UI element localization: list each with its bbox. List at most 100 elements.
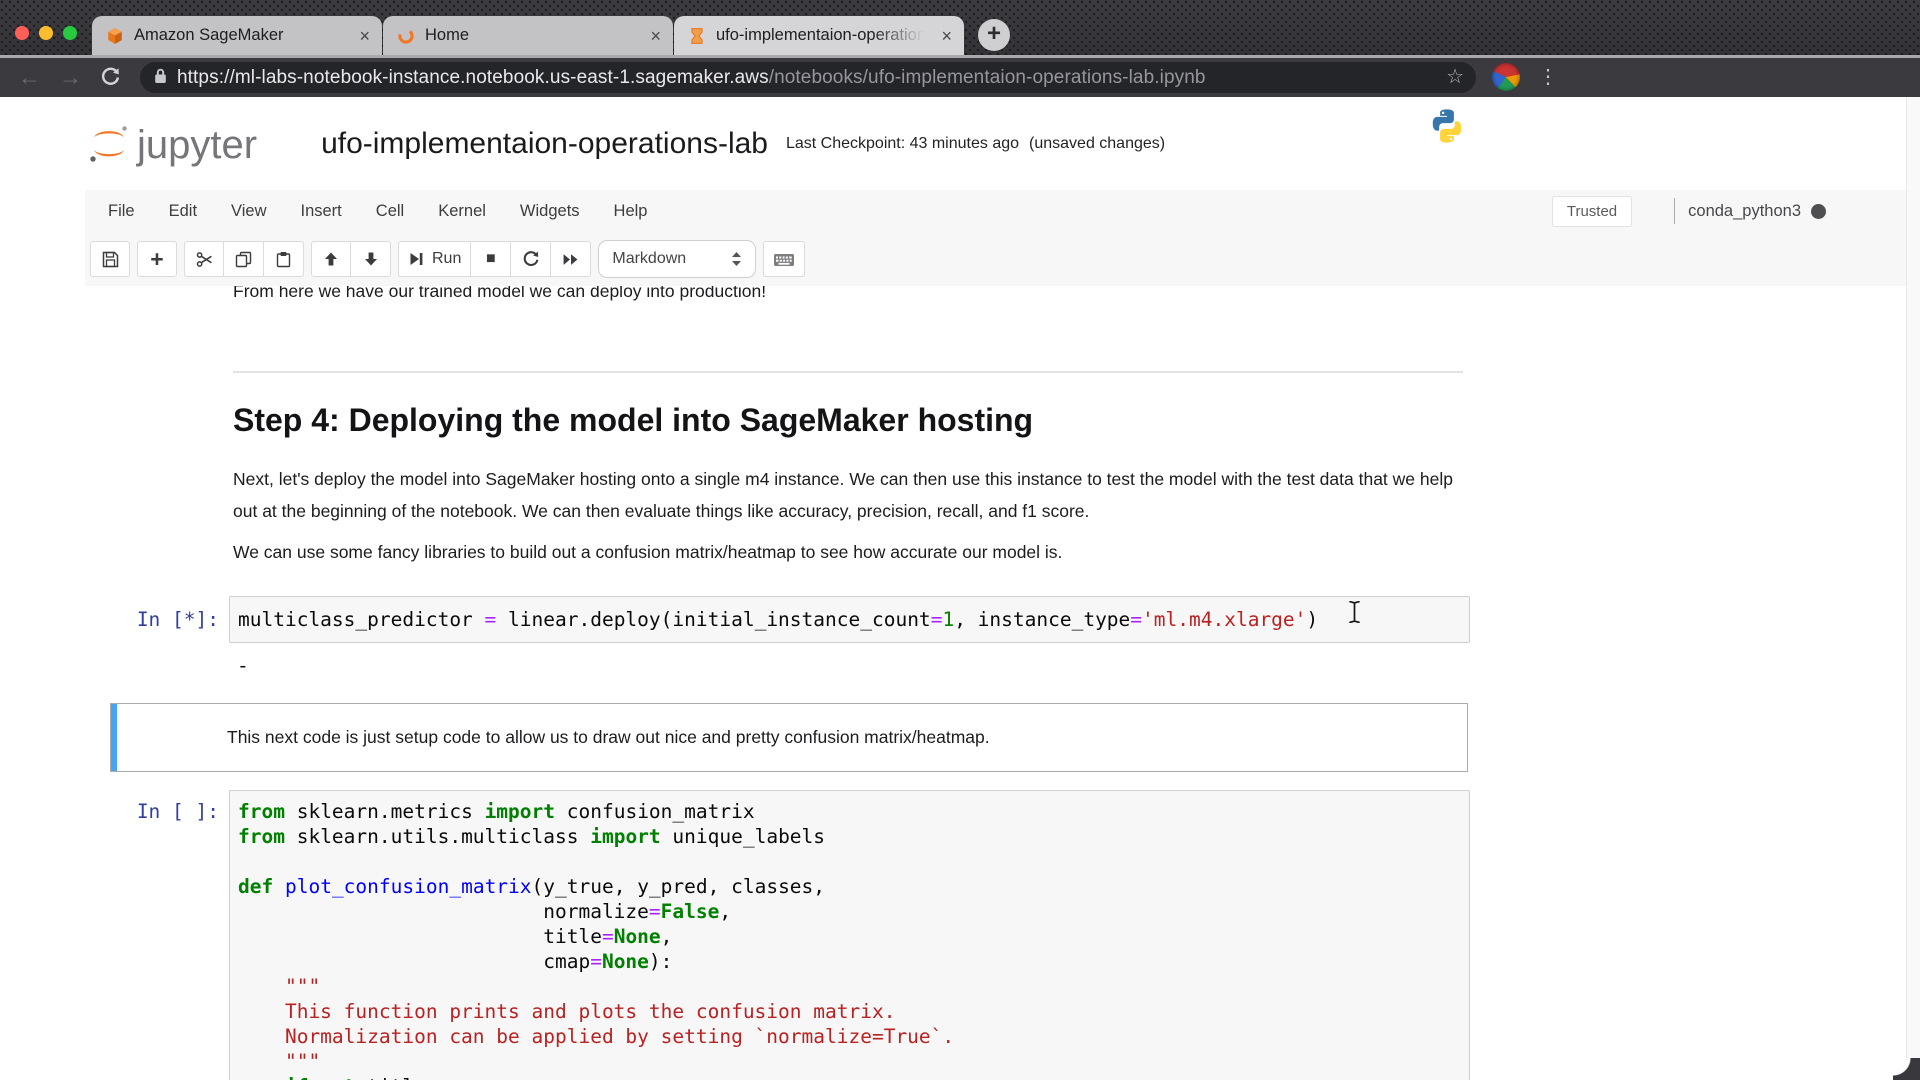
arrow-down-icon (363, 251, 379, 267)
fast-forward-icon (562, 251, 579, 268)
run-label: Run (432, 250, 461, 268)
save-button[interactable] (90, 241, 130, 277)
input-prompt: In [ ]: (110, 790, 229, 824)
markdown-paragraph: We can use some fancy libraries to build… (233, 542, 1062, 563)
screen: Amazon SageMaker × Home × ufo-implementa… (0, 0, 1920, 1080)
tab-ufo-notebook[interactable]: ufo-implementaion-operations × (674, 16, 964, 55)
markdown-clipped-line: From here we have our trained model we c… (233, 286, 766, 303)
close-tab-icon[interactable]: × (941, 27, 952, 45)
interrupt-kernel-button[interactable]: ■ (471, 241, 511, 277)
jupyter-logo-text: jupyter (137, 126, 257, 164)
code-line: def plot_confusion_matrix(y_true, y_pred… (238, 874, 1461, 899)
save-icon (102, 251, 119, 268)
close-window-button[interactable] (15, 26, 29, 40)
menu-view[interactable]: View (214, 202, 283, 221)
menu-cell[interactable]: Cell (359, 202, 421, 221)
checkpoint-status: Last Checkpoint: 43 minutes ago (786, 135, 1019, 153)
address-bar[interactable]: https://ml-labs-notebook-instance.notebo… (140, 62, 1476, 93)
jupyter-logo-icon (86, 124, 132, 164)
move-cell-up-button[interactable] (311, 241, 351, 277)
menu-file[interactable]: File (91, 202, 152, 221)
arrow-up-icon (323, 251, 339, 267)
browser-menu-icon[interactable]: ⋮ (1538, 58, 1558, 97)
reload-icon[interactable] (100, 67, 121, 93)
menu-widgets[interactable]: Widgets (503, 202, 597, 221)
browser-tab-strip: Amazon SageMaker × Home × ufo-implementa… (0, 0, 1920, 55)
scrollbar[interactable] (1906, 97, 1920, 1080)
run-cell-button[interactable]: Run (398, 241, 471, 277)
notebook-scroll-area[interactable]: From here we have our trained model we c… (0, 286, 1906, 1080)
tab-bar: Amazon SageMaker × Home × ufo-implementa… (92, 16, 1010, 55)
code-cell-deploy: In [*]: multiclass_predictor = linear.de… (110, 596, 1470, 643)
cell-type-select[interactable]: Markdown (598, 240, 756, 278)
tab-amazon-sagemaker[interactable]: Amazon SageMaker × (92, 16, 382, 55)
unsaved-status: (unsaved changes) (1029, 135, 1165, 153)
stop-icon: ■ (486, 250, 496, 268)
profile-avatar[interactable] (1492, 63, 1520, 91)
paste-icon (275, 251, 292, 268)
menu-edit[interactable]: Edit (152, 202, 214, 221)
selected-markdown-cell[interactable]: This next code is just setup code to all… (110, 703, 1468, 772)
copy-cell-button[interactable] (224, 241, 264, 277)
back-icon[interactable]: ← (18, 58, 41, 97)
restart-run-all-button[interactable] (551, 241, 591, 277)
jupyter-chrome: File Edit View Insert Cell Kernel Widget… (85, 190, 1906, 287)
sagemaker-cube-icon (106, 27, 124, 45)
desktop-corner (1893, 1058, 1920, 1080)
url-domain: https://ml-labs-notebook-instance.notebo… (177, 67, 769, 88)
code-input-area[interactable]: from sklearn.metrics import confusion_ma… (229, 790, 1470, 1080)
mouse-cursor-ibeam (1348, 600, 1361, 629)
zoom-window-button[interactable] (63, 26, 77, 40)
markdown-paragraph: Next, let's deploy the model into SageMa… (233, 464, 1469, 527)
cut-cell-button[interactable] (184, 241, 224, 277)
bookmark-star-icon[interactable]: ☆ (1446, 62, 1464, 93)
menu-insert[interactable]: Insert (284, 202, 359, 221)
code-line: cmap=None): (238, 949, 1461, 974)
code-line: from sklearn.metrics import confusion_ma… (238, 799, 1461, 824)
notebook-title[interactable]: ufo-implementaion-operations-lab (321, 127, 768, 161)
close-tab-icon[interactable]: × (359, 27, 370, 45)
code-line: """ (238, 1049, 1461, 1074)
trusted-button[interactable]: Trusted (1552, 196, 1632, 227)
restart-icon (522, 250, 540, 268)
minimize-window-button[interactable] (39, 26, 53, 40)
browser-toolbar: ← → https://ml-labs-notebook-instance.no… (0, 58, 1920, 97)
paste-cell-button[interactable] (264, 241, 304, 277)
url-path: /notebooks/ufo-implementaion-operations-… (769, 67, 1206, 88)
divider (1674, 198, 1675, 224)
jupyter-logo[interactable]: jupyter (86, 124, 257, 164)
code-line: """ (238, 974, 1461, 999)
kernel-name: conda_python3 (1688, 202, 1801, 221)
add-cell-button[interactable]: + (137, 241, 177, 277)
close-tab-icon[interactable]: × (650, 27, 661, 45)
run-icon (408, 251, 424, 267)
code-line: Normalization can be applied by setting … (238, 1024, 1461, 1049)
code-line: if not title: (238, 1074, 1461, 1080)
code-line: normalize=False, (238, 899, 1461, 924)
move-cell-down-button[interactable] (351, 241, 391, 277)
python-logo-icon (1428, 107, 1466, 150)
cell-type-value: Markdown (612, 250, 686, 268)
url-text: https://ml-labs-notebook-instance.notebo… (177, 67, 1206, 89)
plus-icon: + (150, 249, 163, 269)
code-line: title=None, (238, 924, 1461, 949)
restart-kernel-button[interactable] (511, 241, 551, 277)
section-heading: Step 4: Deploying the model into SageMak… (233, 402, 1033, 439)
menu-help[interactable]: Help (597, 202, 665, 221)
code-input-area[interactable]: multiclass_predictor = linear.deploy(ini… (229, 596, 1470, 643)
forward-icon[interactable]: → (59, 58, 82, 97)
command-palette-button[interactable] (763, 241, 805, 277)
new-tab-button[interactable]: + (978, 19, 1010, 51)
code-cell-setup: In [ ]: from sklearn.metrics import conf… (110, 790, 1470, 1080)
loading-hourglass-icon (688, 27, 706, 45)
tab-home[interactable]: Home × (383, 16, 673, 55)
window-controls (15, 26, 77, 40)
keyboard-icon (773, 251, 795, 268)
code-line: from sklearn.utils.multiclass import uni… (238, 824, 1461, 849)
menu-kernel[interactable]: Kernel (421, 202, 503, 221)
dropdown-arrows-icon (731, 251, 742, 267)
tab-title: ufo-implementaion-operations (716, 26, 933, 45)
code-line: multiclass_predictor = linear.deploy(ini… (238, 607, 1461, 632)
kernel-busy-indicator (1811, 204, 1826, 219)
markdown-hr (233, 371, 1463, 373)
